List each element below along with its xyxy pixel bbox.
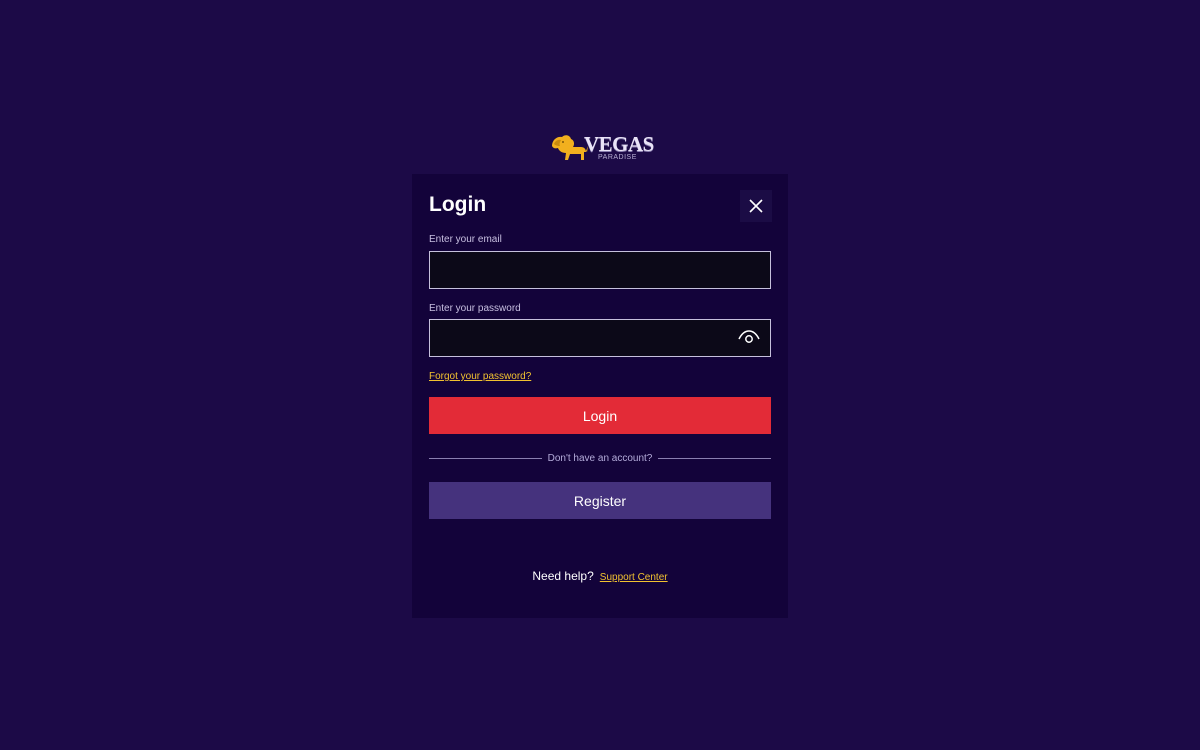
- forgot-password-link[interactable]: Forgot your password?: [429, 371, 531, 383]
- site-logo[interactable]: VEGAS PARADISE: [548, 130, 654, 166]
- login-button[interactable]: Login: [429, 397, 771, 434]
- email-input[interactable]: [430, 252, 770, 288]
- email-label: Enter your email: [429, 234, 502, 245]
- logo-sub-text: PARADISE: [598, 154, 637, 161]
- need-help-text: Need help?: [532, 569, 594, 583]
- lion-icon: [552, 135, 588, 160]
- close-icon: [749, 199, 763, 213]
- eye-icon: [738, 330, 760, 343]
- modal-title: Login: [429, 193, 487, 216]
- logo-brand-text: VEGAS: [584, 132, 654, 156]
- help-section: Need help? Support Center: [412, 569, 788, 585]
- divider-line-right: [658, 458, 771, 459]
- register-button[interactable]: Register: [429, 482, 771, 519]
- password-field-wrapper: [429, 319, 771, 357]
- show-password-button[interactable]: [738, 328, 760, 348]
- password-input[interactable]: [430, 320, 770, 356]
- email-field-wrapper: [429, 251, 771, 289]
- support-center-link[interactable]: Support Center: [600, 572, 668, 583]
- login-modal: Login Enter your email Enter your passwo…: [412, 174, 788, 618]
- account-divider: Don't have an account?: [429, 452, 771, 466]
- close-button[interactable]: [740, 190, 772, 222]
- password-label: Enter your password: [429, 303, 521, 314]
